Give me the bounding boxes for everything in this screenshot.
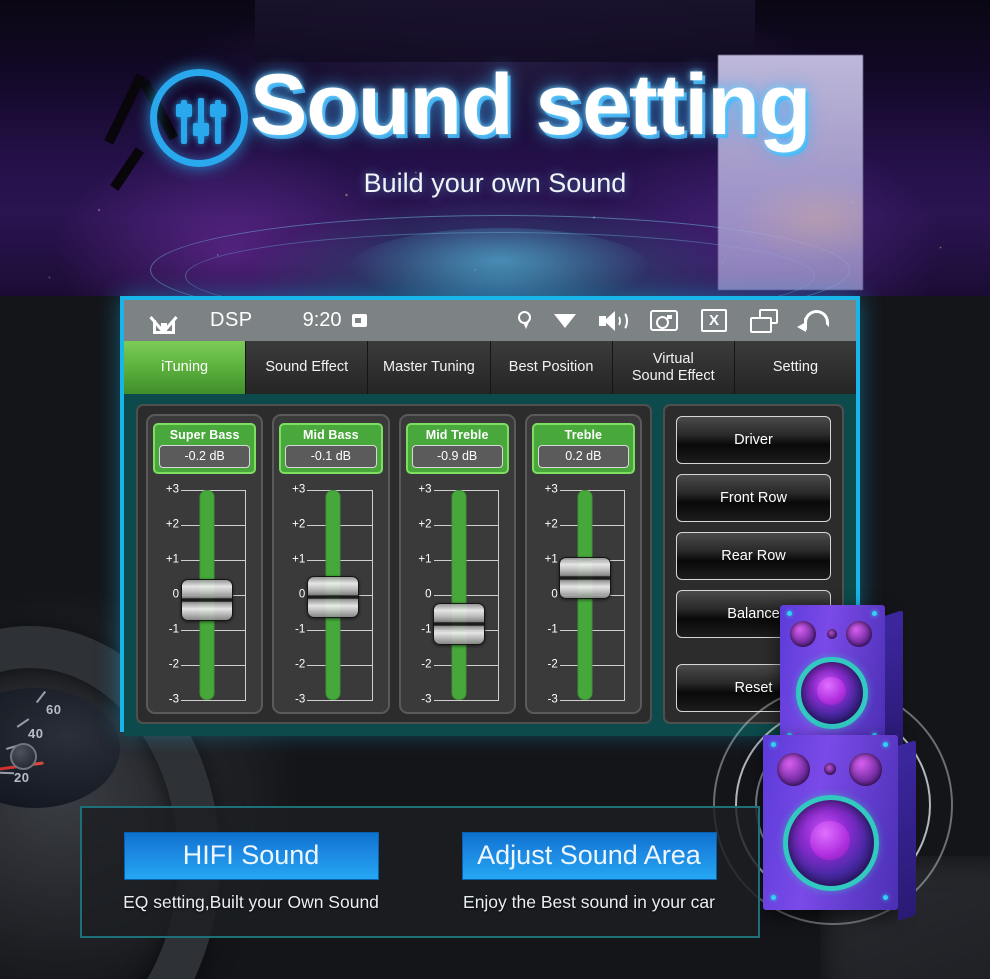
scale-label: +1 bbox=[544, 553, 558, 566]
page-title: Sound setting bbox=[250, 57, 811, 153]
eq-track bbox=[451, 490, 467, 700]
recent-apps-icon[interactable] bbox=[750, 308, 778, 333]
eq-band-mid-treble: Mid Treble -0.9 dB +3 +2 +1 0 -1 -2 -3 bbox=[398, 414, 516, 714]
scale-label: +1 bbox=[165, 553, 179, 566]
scale-label: +1 bbox=[418, 553, 432, 566]
feature-column-hifi: HIFI Sound EQ setting,Built your Own Sou… bbox=[82, 808, 420, 936]
scale-label: -2 bbox=[421, 658, 432, 671]
eq-band-name: Mid Bass bbox=[303, 428, 359, 442]
tab-bar: iTuning Sound Effect Master Tuning Best … bbox=[124, 341, 857, 394]
scale-label: -1 bbox=[295, 623, 306, 636]
scale-label: +3 bbox=[418, 483, 432, 496]
scale-label: -1 bbox=[421, 623, 432, 636]
eq-band-value: -0.2 dB bbox=[159, 445, 251, 468]
eq-thumb[interactable] bbox=[306, 575, 359, 618]
volume-icon[interactable] bbox=[599, 310, 628, 332]
close-box-icon[interactable]: X bbox=[701, 309, 727, 332]
scale-label: 0 bbox=[298, 588, 306, 601]
scale-label: 0 bbox=[425, 588, 432, 601]
clock: 9:20 bbox=[302, 309, 342, 331]
speaker-bottom bbox=[763, 735, 916, 921]
cluster-reset-knob bbox=[10, 743, 37, 770]
scale-label: +2 bbox=[165, 518, 179, 531]
eq-band-header: Treble 0.2 dB bbox=[531, 423, 635, 474]
eq-slider[interactable]: +3 +2 +1 0 -1 -2 -3 bbox=[532, 483, 635, 706]
equalizer-circle-icon bbox=[150, 69, 248, 167]
eq-thumb[interactable] bbox=[180, 579, 233, 622]
scale-label: -2 bbox=[547, 658, 558, 671]
eq-band-value: -0.9 dB bbox=[411, 445, 503, 468]
eq-thumb[interactable] bbox=[433, 603, 486, 646]
tab-best-position[interactable]: Best Position bbox=[490, 341, 613, 394]
eq-thumb[interactable] bbox=[559, 556, 612, 599]
front-row-button[interactable]: Front Row bbox=[676, 474, 831, 522]
eq-band-super-bass: Super Bass -0.2 dB +3 +2 +1 0 -1 -2 -3 bbox=[146, 414, 264, 714]
tab-ituning[interactable]: iTuning bbox=[124, 341, 247, 394]
wifi-icon bbox=[554, 312, 576, 329]
camera-icon[interactable] bbox=[650, 310, 678, 331]
tab-sound-effect[interactable]: Sound Effect bbox=[246, 341, 369, 394]
eq-band-header: Mid Bass -0.1 dB bbox=[279, 423, 383, 474]
home-icon[interactable] bbox=[149, 308, 178, 334]
eq-slider[interactable]: +3 +2 +1 0 -1 -2 -3 bbox=[406, 483, 509, 706]
scale-label: -2 bbox=[168, 658, 179, 671]
scale-label: +1 bbox=[292, 553, 306, 566]
hifi-sound-caption: EQ setting,Built your Own Sound bbox=[123, 891, 379, 912]
location-pin-icon bbox=[518, 311, 531, 330]
scale-label: +3 bbox=[544, 483, 558, 496]
feature-column-sound-area: Adjust Sound Area Enjoy the Best sound i… bbox=[420, 808, 758, 936]
scale-label: -3 bbox=[421, 693, 432, 706]
scale-label: -3 bbox=[295, 693, 306, 706]
adjust-sound-area-caption: Enjoy the Best sound in your car bbox=[463, 891, 715, 912]
equalizer-panel: Super Bass -0.2 dB +3 +2 +1 0 -1 -2 -3 M… bbox=[136, 404, 652, 724]
eq-band-name: Super Bass bbox=[169, 428, 240, 442]
cluster-tick: 20 bbox=[14, 770, 30, 785]
scale-label: -3 bbox=[168, 693, 179, 706]
sd-card-icon bbox=[351, 314, 367, 327]
scale-label: -1 bbox=[168, 623, 179, 636]
eq-band-value: -0.1 dB bbox=[285, 445, 377, 468]
scale-label: +3 bbox=[292, 483, 306, 496]
scale-label: -1 bbox=[547, 623, 558, 636]
eq-band-mid-bass: Mid Bass -0.1 dB +3 +2 +1 0 -1 -2 -3 bbox=[272, 414, 390, 714]
status-bar: DSP 9:20 X bbox=[124, 300, 856, 341]
driver-button[interactable]: Driver bbox=[676, 416, 831, 464]
scale-label: 0 bbox=[551, 588, 558, 601]
scale-label: 0 bbox=[172, 588, 179, 601]
hifi-sound-button[interactable]: HIFI Sound bbox=[123, 831, 379, 880]
tab-setting[interactable]: Setting bbox=[734, 341, 857, 394]
eq-slider[interactable]: +3 +2 +1 0 -1 -2 -3 bbox=[279, 483, 382, 706]
speaker-top bbox=[780, 605, 903, 756]
page-subtitle: Build your own Sound bbox=[363, 168, 627, 198]
scale-label: +2 bbox=[544, 518, 558, 531]
adjust-sound-area-button[interactable]: Adjust Sound Area bbox=[461, 831, 717, 880]
eq-slider[interactable]: +3 +2 +1 0 -1 -2 -3 bbox=[153, 483, 256, 706]
back-arrow-icon[interactable] bbox=[797, 310, 830, 332]
eq-band-header: Mid Treble -0.9 dB bbox=[405, 423, 509, 474]
scale-label: +2 bbox=[418, 518, 432, 531]
eq-band-header: Super Bass -0.2 dB bbox=[153, 423, 257, 474]
scale-label: -3 bbox=[547, 693, 558, 706]
stacked-speakers-illustration bbox=[713, 595, 990, 940]
eq-band-treble: Treble 0.2 dB +3 +2 +1 0 -1 -2 -3 bbox=[524, 414, 642, 714]
feature-banner: HIFI Sound EQ setting,Built your Own Sou… bbox=[80, 806, 760, 938]
scale-label: +3 bbox=[165, 483, 179, 496]
scale-label: +2 bbox=[292, 518, 306, 531]
rear-row-button[interactable]: Rear Row bbox=[676, 532, 831, 580]
cluster-tick: 40 bbox=[28, 726, 44, 741]
eq-band-name: Treble bbox=[564, 428, 603, 442]
eq-band-name: Mid Treble bbox=[425, 428, 489, 442]
page-header: Sound setting Build your own Sound bbox=[0, 0, 990, 296]
cluster-tick: 60 bbox=[46, 702, 62, 717]
tab-master-tuning[interactable]: Master Tuning bbox=[368, 341, 491, 394]
eq-band-value: 0.2 dB bbox=[537, 445, 629, 468]
tab-virtual-sound-effect[interactable]: Virtual Sound Effect bbox=[612, 341, 735, 394]
scale-label: -2 bbox=[295, 658, 306, 671]
app-label: DSP bbox=[210, 309, 253, 331]
